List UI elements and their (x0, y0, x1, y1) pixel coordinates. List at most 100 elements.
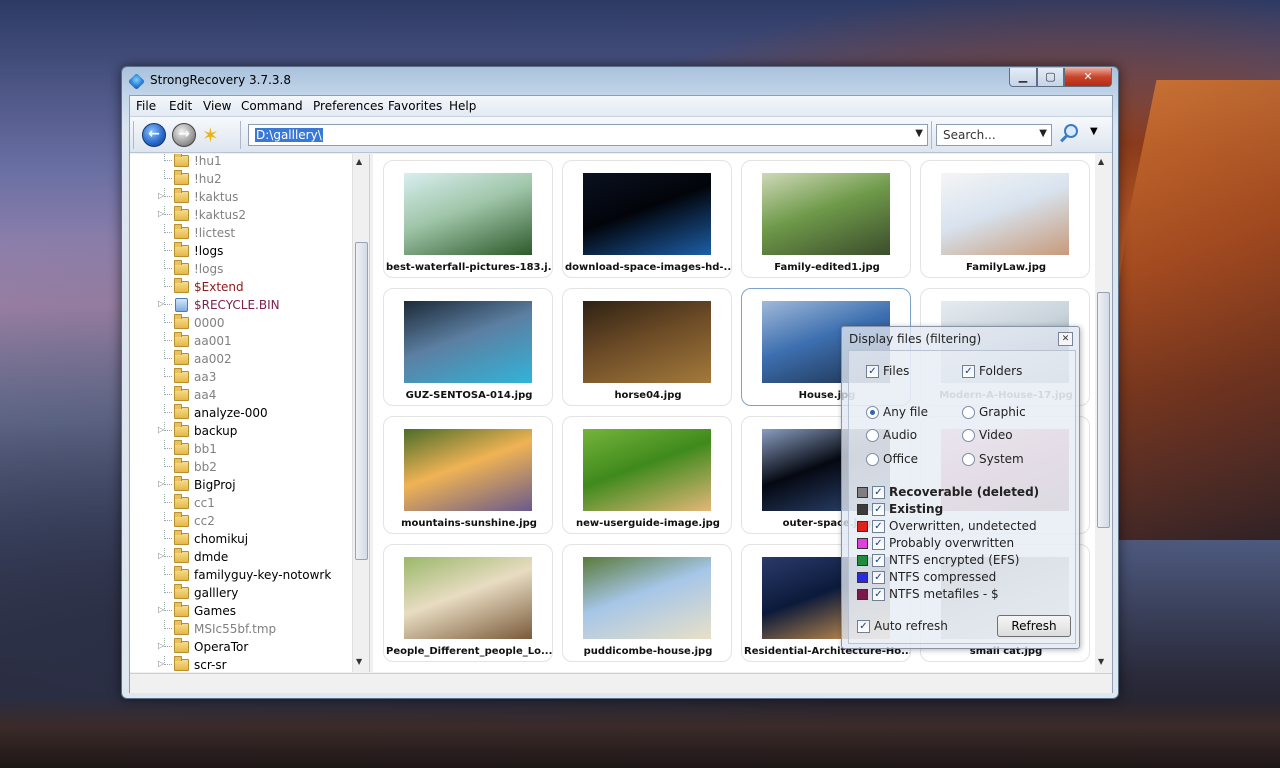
tree-item[interactable]: familyguy-key-notowrk (130, 566, 352, 584)
content-scroll-thumb[interactable] (1097, 292, 1110, 528)
menu-help[interactable]: Help (449, 99, 476, 113)
folders-checkbox[interactable]: ✓ (962, 365, 975, 378)
file-thumbnail[interactable]: best-waterfall-pictures-183.j... (383, 160, 553, 278)
maximize-button[interactable]: ▢ (1037, 68, 1064, 87)
menu-view[interactable]: View (203, 99, 231, 113)
status-checkbox[interactable]: ✓ (872, 486, 885, 499)
tree-item[interactable]: aa001 (130, 332, 352, 350)
menu-file[interactable]: File (136, 99, 156, 113)
file-thumbnail[interactable]: puddicombe-house.jpg (562, 544, 732, 662)
type-radio-graphic[interactable] (962, 406, 975, 419)
tree-scrollbar[interactable]: ▲ ▼ (352, 154, 369, 672)
tree-item[interactable]: ▷ Games (130, 602, 352, 620)
tree-item[interactable]: ▷ !kaktus (130, 188, 352, 206)
menu-favorites[interactable]: Favorites (388, 99, 442, 113)
search-input[interactable]: Search... ▼ (936, 124, 1052, 146)
tree-item[interactable]: ▷ backup (130, 422, 352, 440)
tree-item[interactable]: ▷ $RECYCLE.BIN (130, 296, 352, 314)
refresh-button[interactable]: Refresh (997, 615, 1071, 637)
tree-item[interactable]: analyze-000 (130, 404, 352, 422)
menu-edit[interactable]: Edit (169, 99, 192, 113)
expand-arrow-icon[interactable]: ▷ (158, 191, 164, 200)
tree-scroll-thumb[interactable] (355, 242, 368, 560)
tree-item-label: aa002 (194, 352, 232, 366)
forward-button[interactable]: → (172, 123, 196, 147)
status-checkbox[interactable]: ✓ (872, 588, 885, 601)
expand-arrow-icon[interactable]: ▷ (158, 551, 164, 560)
search-icon[interactable] (1058, 122, 1084, 148)
tree-guide-line (164, 386, 172, 395)
favorites-star-button[interactable]: ✶ (202, 123, 219, 147)
tree-item[interactable]: bb1 (130, 440, 352, 458)
file-thumbnail[interactable]: People_Different_people_Lo... (383, 544, 553, 662)
tree-item[interactable]: ▷ !kaktus2 (130, 206, 352, 224)
type-radio-any-file[interactable] (866, 406, 879, 419)
expand-arrow-icon[interactable]: ▷ (158, 209, 164, 218)
tree-item[interactable]: aa002 (130, 350, 352, 368)
search-options-chevron-icon[interactable]: ▼ (1090, 126, 1098, 137)
expand-arrow-icon[interactable]: ▷ (158, 605, 164, 614)
tree-item-label: aa4 (194, 388, 217, 402)
tree-item[interactable]: !logs (130, 260, 352, 278)
file-thumbnail[interactable]: FamilyLaw.jpg (920, 160, 1090, 278)
tree-item[interactable]: galllery (130, 584, 352, 602)
type-radio-audio[interactable] (866, 429, 879, 442)
tree-item[interactable]: chomikuj (130, 530, 352, 548)
tree-item[interactable]: !lictest (130, 224, 352, 242)
chevron-down-icon[interactable]: ▼ (1039, 128, 1047, 139)
type-radio-video[interactable] (962, 429, 975, 442)
type-radio-office[interactable] (866, 453, 879, 466)
status-checkbox[interactable]: ✓ (872, 520, 885, 533)
scroll-down-icon[interactable]: ▼ (1098, 657, 1104, 666)
expand-arrow-icon[interactable]: ▷ (158, 425, 164, 434)
tree-item-label: OperaTor (194, 640, 249, 654)
expand-arrow-icon[interactable]: ▷ (158, 479, 164, 488)
tree-item[interactable]: aa3 (130, 368, 352, 386)
tree-item[interactable]: cc1 (130, 494, 352, 512)
file-thumbnail[interactable]: download-space-images-hd-... (562, 160, 732, 278)
status-checkbox[interactable]: ✓ (872, 537, 885, 550)
minimize-button[interactable]: ▁ (1009, 68, 1037, 87)
scroll-up-icon[interactable]: ▲ (1098, 157, 1104, 166)
file-thumbnail[interactable]: Family-edited1.jpg (741, 160, 911, 278)
tree-item[interactable]: $Extend (130, 278, 352, 296)
tree-item[interactable]: cc2 (130, 512, 352, 530)
back-button[interactable]: ← (142, 123, 166, 147)
files-checkbox[interactable]: ✓ (866, 365, 879, 378)
tree-item[interactable]: bb2 (130, 458, 352, 476)
expand-arrow-icon[interactable]: ▷ (158, 659, 164, 668)
content-scrollbar[interactable]: ▲ ▼ (1095, 154, 1112, 672)
status-checkbox[interactable]: ✓ (872, 503, 885, 516)
auto-refresh-checkbox[interactable]: ✓ (857, 620, 870, 633)
folder-tree[interactable]: ▲ ▼ !hu1 !hu2 ▷ !kaktus ▷ !kaktus2 !lictest !lo… (130, 154, 370, 672)
address-bar[interactable]: D:\galllery\ ▼ (248, 124, 928, 146)
tree-item[interactable]: ▷ OperaTor (130, 638, 352, 656)
chevron-down-icon[interactable]: ▼ (915, 128, 923, 139)
tree-item[interactable]: MSIc55bf.tmp (130, 620, 352, 638)
menu-command[interactable]: Command (241, 99, 303, 113)
close-icon[interactable]: ✕ (1058, 332, 1073, 346)
tree-item[interactable]: !hu2 (130, 170, 352, 188)
status-checkbox[interactable]: ✓ (872, 554, 885, 567)
tree-item[interactable]: ▷ BigProj (130, 476, 352, 494)
file-thumbnail[interactable]: new-userguide-image.jpg (562, 416, 732, 534)
file-thumbnail[interactable]: horse04.jpg (562, 288, 732, 406)
tree-item[interactable]: ▷ dmde (130, 548, 352, 566)
title-bar[interactable]: StrongRecovery 3.7.3.8 ▁ ▢ ✕ (122, 67, 1118, 95)
scroll-down-icon[interactable]: ▼ (356, 657, 362, 666)
menu-preferences[interactable]: Preferences (313, 99, 384, 113)
scroll-up-icon[interactable]: ▲ (356, 157, 362, 166)
file-thumbnail[interactable]: mountains-sunshine.jpg (383, 416, 553, 534)
expand-arrow-icon[interactable]: ▷ (158, 299, 164, 308)
tree-item[interactable]: !hu1 (130, 154, 352, 170)
expand-arrow-icon[interactable]: ▷ (158, 641, 164, 650)
tree-item[interactable]: !logs (130, 242, 352, 260)
status-checkbox[interactable]: ✓ (872, 571, 885, 584)
file-thumbnail[interactable]: GUZ-SENTOSA-014.jpg (383, 288, 553, 406)
type-radio-system[interactable] (962, 453, 975, 466)
tree-item[interactable]: 0000 (130, 314, 352, 332)
tree-item[interactable]: aa4 (130, 386, 352, 404)
tree-item[interactable]: ▷ scr-sr (130, 656, 352, 672)
folder-icon (174, 170, 189, 185)
close-button[interactable]: ✕ (1064, 68, 1112, 87)
